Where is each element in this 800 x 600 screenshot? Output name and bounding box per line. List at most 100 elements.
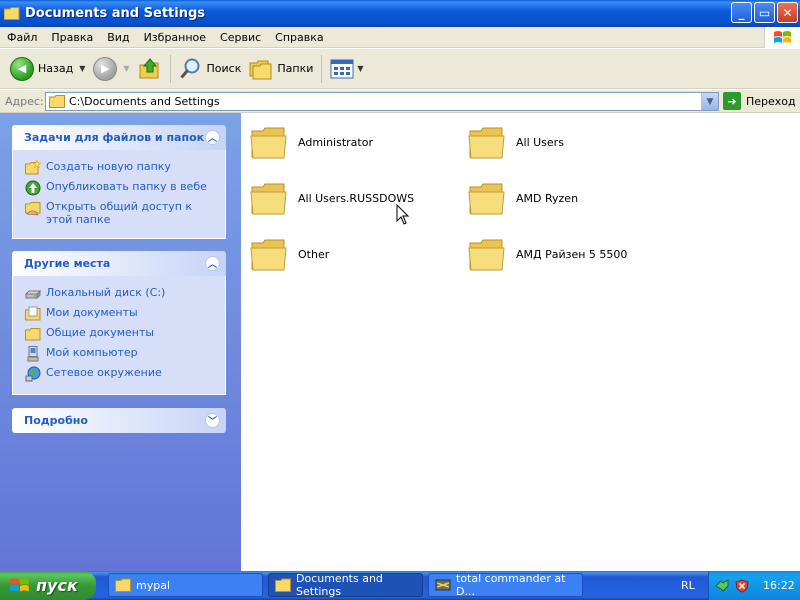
taskbar-item-label: mypal (136, 578, 171, 592)
taskbar-item-documents-and-settings[interactable]: Documents and Settings (268, 572, 423, 598)
views-button[interactable]: ▼ (326, 53, 367, 85)
file-tasks-title: Задачи для файлов и папок (24, 131, 205, 144)
collapse-icon[interactable]: ︿ (205, 256, 220, 271)
menu-file[interactable]: Файл (0, 31, 44, 44)
start-button[interactable]: пуск (0, 571, 96, 600)
forward-dropdown-icon[interactable]: ▼ (123, 64, 129, 73)
address-value: C:\Documents and Settings (69, 95, 220, 108)
search-label: Поиск (206, 62, 242, 75)
go-arrow-icon: ➜ (723, 92, 741, 110)
folder-amd-raizen-5-5500[interactable]: АМД Райзен 5 5500 (468, 235, 627, 273)
folder-label: All Users.RUSSDOWS (298, 191, 415, 205)
folder-label: All Users (516, 135, 564, 149)
collapse-icon[interactable]: ︿ (205, 130, 220, 145)
title-bar[interactable]: Documents and Settings _ ▭ ✕ (0, 0, 800, 27)
place-my-computer[interactable]: Мой компьютер (25, 346, 217, 362)
details-header[interactable]: Подробно ﹀ (12, 408, 226, 433)
folders-icon (249, 60, 272, 79)
folder-icon (250, 239, 287, 271)
views-icon (330, 59, 354, 78)
folder-all-users-russdows[interactable]: All Users.RUSSDOWS (250, 179, 414, 217)
toolbar-separator (321, 54, 323, 83)
place-my-documents[interactable]: Мои документы (25, 306, 217, 322)
folder-amd-ryzen[interactable]: AMD Ryzen (468, 179, 578, 217)
task-publish-folder-label: Опубликовать папку в вебе (46, 180, 207, 193)
taskbar-item-label: Documents and Settings (296, 572, 383, 598)
clock[interactable]: 16:22 (763, 579, 795, 592)
toolbar-separator (169, 54, 171, 83)
folder-icon (468, 183, 505, 215)
up-folder-button[interactable] (134, 53, 166, 85)
task-new-folder-label: Создать новую папку (46, 160, 171, 173)
share-folder-icon (25, 202, 41, 216)
details-title: Подробно (24, 414, 88, 427)
folder-view[interactable]: Administrator All Users All Users.RUSSDO… (241, 113, 800, 571)
minimize-button[interactable]: _ (731, 2, 752, 23)
go-label: Переход (746, 94, 796, 108)
task-share-folder-label: Открыть общий доступ к этой папке (46, 200, 193, 226)
place-network-label: Сетевое окружение (46, 366, 162, 379)
menu-tools[interactable]: Сервис (213, 31, 268, 44)
address-dropdown-icon[interactable]: ▼ (701, 93, 718, 110)
address-input[interactable]: C:\Documents and Settings ▼ (45, 92, 719, 111)
language-indicator[interactable]: RL (681, 571, 695, 600)
security-shield-icon[interactable] (735, 578, 749, 593)
address-bar: Адрес: C:\Documents and Settings ▼ ➜ Пер… (0, 90, 800, 113)
back-button[interactable]: ◀ Назад ▼ (6, 53, 89, 85)
start-label: пуск (36, 576, 78, 595)
new-folder-icon (25, 160, 41, 175)
toolbar: ◀ Назад ▼ ▶ ▼ Поиск Папки ▼ (0, 49, 800, 89)
folder-icon (115, 578, 131, 592)
menu-help[interactable]: Справка (268, 31, 330, 44)
folders-button[interactable]: Папки (245, 53, 317, 85)
place-network[interactable]: Сетевое окружение (25, 366, 217, 382)
folder-other[interactable]: Other (250, 235, 329, 273)
expand-icon[interactable]: ﹀ (205, 413, 220, 428)
folder-icon (250, 127, 287, 159)
go-button[interactable]: ➜ Переход (723, 92, 796, 110)
folder-icon (49, 95, 65, 108)
views-dropdown-icon[interactable]: ▼ (357, 64, 363, 73)
taskbar: пуск mypal Documents and Settings total … (0, 571, 800, 600)
back-dropdown-icon[interactable]: ▼ (79, 64, 85, 73)
folder-label: Administrator (298, 135, 373, 149)
taskbar-item-mypal[interactable]: mypal (108, 573, 263, 597)
total-commander-icon (435, 579, 451, 591)
other-places-body: Локальный диск (C:) Мои документы Общие … (12, 276, 226, 395)
place-shared-documents-label: Общие документы (46, 326, 155, 339)
network-icon (25, 366, 41, 382)
taskbar-item-total-commander[interactable]: total commander at D... (428, 572, 583, 598)
menu-favorites[interactable]: Избранное (137, 31, 213, 44)
forward-arrow-icon: ▶ (93, 56, 118, 81)
hard-disk-icon (25, 289, 41, 300)
close-button[interactable]: ✕ (777, 2, 798, 23)
network-tray-icon[interactable] (715, 578, 729, 593)
folder-label: AMD Ryzen (516, 191, 579, 205)
file-tasks-header[interactable]: Задачи для файлов и папок ︿ (12, 125, 226, 150)
taskbar-item-label: total commander at D... (456, 572, 566, 598)
search-button[interactable]: Поиск (175, 53, 246, 85)
back-arrow-icon: ◀ (10, 56, 34, 81)
place-shared-documents[interactable]: Общие документы (25, 326, 217, 342)
folder-label: АМД Райзен 5 5500 (516, 247, 628, 261)
menu-view[interactable]: Вид (100, 31, 136, 44)
folder-all-users[interactable]: All Users (468, 123, 564, 161)
task-pane: Задачи для файлов и папок ︿ Создать нову… (0, 113, 241, 571)
other-places-header[interactable]: Другие места ︿ (12, 251, 226, 276)
place-local-disk[interactable]: Локальный диск (C:) (25, 286, 217, 302)
system-tray: 16:22 (708, 571, 800, 600)
back-label: Назад (38, 62, 74, 75)
task-publish-folder[interactable]: Опубликовать папку в вебе (25, 180, 217, 196)
address-label: Адрес: (5, 94, 44, 108)
maximize-button[interactable]: ▭ (754, 2, 775, 23)
task-new-folder[interactable]: Создать новую папку (25, 160, 217, 176)
menu-edit[interactable]: Правка (44, 31, 100, 44)
mouse-cursor-icon (396, 204, 410, 225)
window-title: Documents and Settings (25, 6, 206, 21)
publish-web-icon (25, 180, 41, 196)
forward-button[interactable]: ▶ ▼ (89, 53, 133, 85)
file-tasks-panel: Задачи для файлов и папок ︿ Создать нову… (12, 125, 226, 239)
folder-icon (468, 239, 505, 271)
task-share-folder[interactable]: Открыть общий доступ к этой папке (25, 200, 217, 226)
folder-administrator[interactable]: Administrator (250, 123, 373, 161)
